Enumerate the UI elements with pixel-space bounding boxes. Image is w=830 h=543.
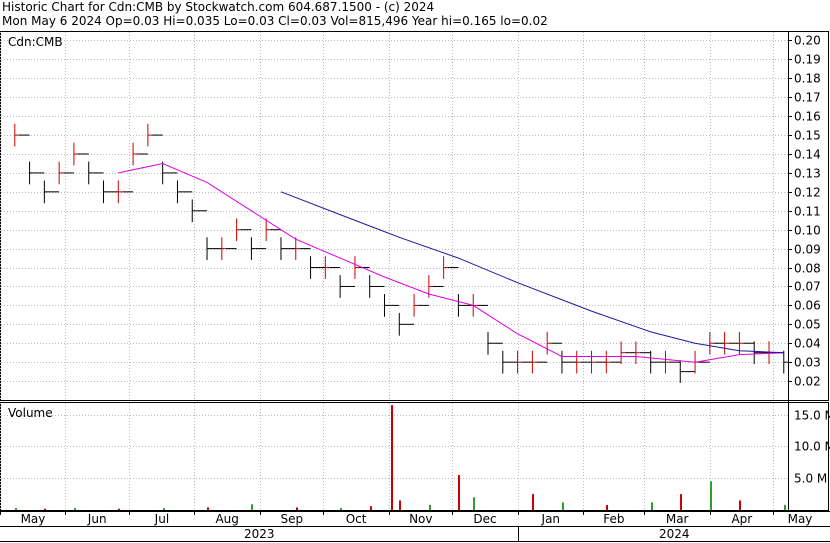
volume-bar bbox=[74, 508, 76, 510]
moving-average-short bbox=[118, 162, 784, 363]
volume-bar bbox=[370, 506, 372, 510]
month-label: Oct bbox=[346, 512, 367, 526]
price-tick-label: 0.19 bbox=[794, 53, 821, 67]
price-tick-label: 0.10 bbox=[794, 224, 821, 238]
price-tick-label: 0.07 bbox=[794, 280, 821, 294]
volume-bar bbox=[680, 494, 682, 510]
month-label: Mar bbox=[666, 512, 689, 526]
price-tick-label: 0.06 bbox=[794, 299, 821, 313]
month-label: Jan bbox=[541, 512, 561, 526]
volume-bar bbox=[207, 507, 209, 510]
price-tick-label: 0.18 bbox=[794, 72, 821, 86]
volume-panel-frame bbox=[0, 402, 829, 511]
volume-bar bbox=[399, 500, 401, 510]
price-panel-symbol: Cdn:CMB bbox=[8, 35, 63, 49]
month-label: Dec bbox=[473, 512, 496, 526]
price-tick-label: 0.13 bbox=[794, 167, 821, 181]
volume-panel-label: Volume bbox=[8, 406, 53, 420]
volume-bar bbox=[163, 508, 165, 510]
month-label: Aug bbox=[215, 512, 238, 526]
month-label: Nov bbox=[409, 512, 432, 526]
month-label: Jun bbox=[87, 512, 107, 526]
price-tick-label: 0.08 bbox=[794, 262, 821, 276]
volume-bar bbox=[606, 504, 608, 510]
chart-header-quote: Mon May 6 2024 Op=0.03 Hi=0.035 Lo=0.03 … bbox=[2, 14, 548, 28]
volume-bar bbox=[429, 504, 431, 510]
volume-bar bbox=[562, 502, 564, 510]
price-tick-label: 0.04 bbox=[794, 337, 821, 351]
price-tick-label: 0.02 bbox=[794, 375, 821, 389]
volume-bar bbox=[458, 475, 460, 510]
volume-bar bbox=[532, 494, 534, 510]
volume-bar bbox=[651, 502, 653, 510]
chart-header-title: Historic Chart for Cdn:CMB by Stockwatch… bbox=[2, 0, 435, 14]
month-label: May bbox=[788, 512, 813, 526]
volume-bar bbox=[391, 405, 393, 510]
price-tick-label: 0.03 bbox=[794, 356, 821, 370]
volume-bar bbox=[473, 497, 475, 510]
moving-average-long bbox=[280, 191, 784, 354]
month-label: Feb bbox=[603, 512, 624, 526]
volume-bar bbox=[739, 500, 741, 510]
price-tick-label: 0.15 bbox=[794, 129, 821, 143]
volume-bar bbox=[44, 508, 46, 510]
volume-bar bbox=[710, 481, 712, 510]
volume-tick-label: 10.0 M bbox=[794, 440, 830, 454]
month-label: May bbox=[21, 512, 46, 526]
volume-bar bbox=[15, 508, 17, 510]
volume-tick-label: 15.0 M bbox=[794, 409, 830, 423]
year-label: 2024 bbox=[659, 527, 690, 541]
volume-bar bbox=[118, 508, 120, 510]
stock-chart: 0.20 0.19 0.18 0.17 0.16 0.15 0.14 0.13 0.12 0.11… bbox=[0, 31, 830, 542]
volume-bar bbox=[340, 508, 342, 510]
price-tick-label: 0.11 bbox=[794, 205, 821, 219]
price-tick-label: 0.16 bbox=[794, 110, 821, 124]
price-tick-label: 0.17 bbox=[794, 91, 821, 105]
price-tick-label: 0.20 bbox=[794, 34, 821, 48]
volume-bar bbox=[296, 507, 298, 510]
price-tick-label: 0.09 bbox=[794, 243, 821, 257]
month-label: Jul bbox=[154, 512, 169, 526]
price-tick-label: 0.05 bbox=[794, 318, 821, 332]
volume-tick-label: 5.0 M bbox=[794, 472, 827, 486]
month-label: Sep bbox=[281, 512, 304, 526]
price-tick-label: 0.12 bbox=[794, 186, 821, 200]
volume-bar bbox=[251, 504, 253, 510]
volume-bar bbox=[784, 504, 786, 510]
price-tick-label: 0.14 bbox=[794, 148, 821, 162]
month-label: Apr bbox=[731, 512, 752, 526]
year-label: 2023 bbox=[244, 527, 275, 541]
